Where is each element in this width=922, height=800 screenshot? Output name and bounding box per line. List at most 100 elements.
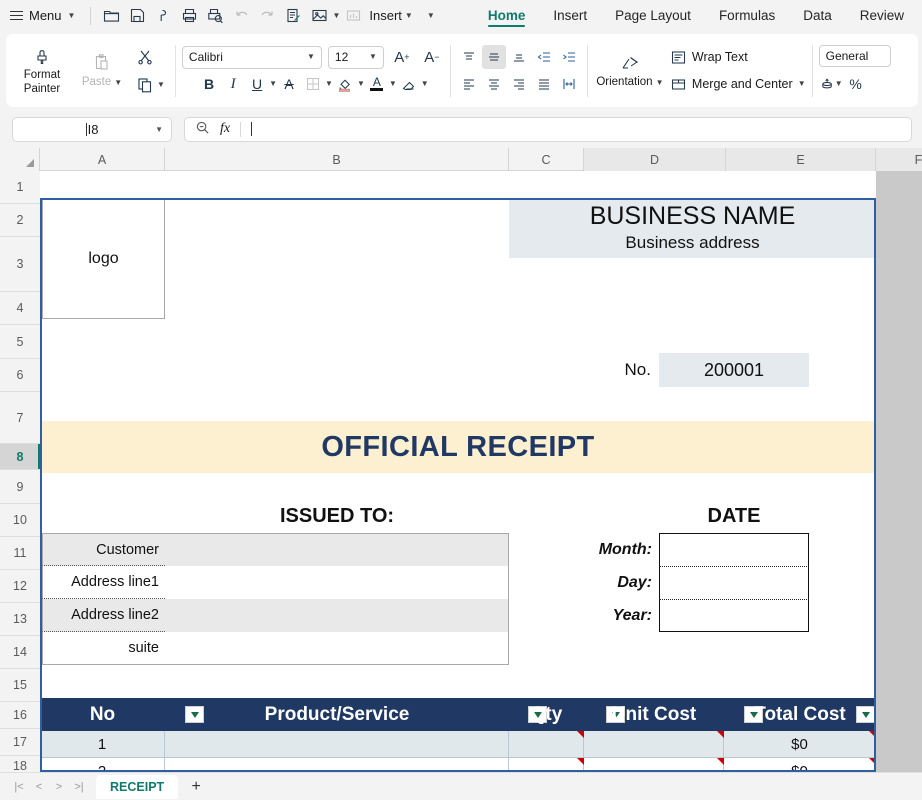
- sheet-tab-receipt[interactable]: RECEIPT: [96, 774, 179, 799]
- date-label[interactable]: DATE: [659, 499, 809, 533]
- th-no[interactable]: No: [40, 698, 165, 731]
- print-icon[interactable]: [176, 3, 202, 29]
- issued-to-label[interactable]: ISSUED TO:: [165, 499, 509, 533]
- row-header-17[interactable]: 17: [0, 729, 40, 756]
- save-icon[interactable]: [124, 3, 150, 29]
- percent-format-icon[interactable]: %: [844, 72, 868, 96]
- tab-data[interactable]: Data: [789, 0, 846, 31]
- justify-icon[interactable]: [532, 72, 556, 96]
- row-header-6[interactable]: 6: [0, 359, 40, 392]
- orientation-chevron-icon[interactable]: ▼: [656, 78, 664, 87]
- row-header-3[interactable]: 3: [0, 237, 40, 292]
- font-name-select[interactable]: Calibri ▼: [181, 45, 322, 69]
- underline-button[interactable]: U: [245, 72, 269, 96]
- align-right-icon[interactable]: [507, 72, 531, 96]
- row-header-15[interactable]: 15: [0, 669, 40, 702]
- cell-business-name-block[interactable]: BUSINESS NAME Business address: [509, 198, 876, 258]
- cell-no-value[interactable]: 200001: [659, 353, 809, 387]
- cell-no-label[interactable]: No.: [509, 353, 659, 387]
- year-value-cell[interactable]: [659, 600, 807, 632]
- sheet-nav-prev-button[interactable]: <: [30, 777, 48, 797]
- fill-color-chevron-icon[interactable]: ▼: [357, 80, 365, 88]
- wrap-text-button[interactable]: Wrap Text: [670, 44, 806, 70]
- accounting-chevron-icon[interactable]: ▼: [835, 80, 843, 88]
- customer-label-row[interactable]: Customer: [42, 533, 165, 566]
- bold-button[interactable]: B: [197, 72, 221, 96]
- receipt-title-banner[interactable]: OFFICIAL RECEIPT: [40, 421, 876, 473]
- customer-value-cell[interactable]: [165, 533, 509, 566]
- cell-qty[interactable]: [509, 758, 584, 772]
- align-bottom-icon[interactable]: [507, 45, 531, 69]
- cell-unit-cost[interactable]: [584, 758, 724, 772]
- column-header-F[interactable]: F: [876, 148, 922, 171]
- grow-font-icon[interactable]: A +: [390, 45, 414, 69]
- merge-chevron-icon[interactable]: ▼: [798, 80, 806, 88]
- row-header-5[interactable]: 5: [0, 325, 40, 359]
- font-color-icon[interactable]: A: [365, 72, 389, 96]
- accounting-format-icon[interactable]: ▼: [819, 72, 843, 96]
- fill-color-icon[interactable]: [333, 72, 357, 96]
- insert-chevron-icon[interactable]: ▼: [405, 11, 413, 20]
- address2-value-cell[interactable]: [165, 599, 509, 632]
- cell-product[interactable]: [165, 731, 509, 758]
- column-header-B[interactable]: B: [165, 148, 509, 171]
- row-header-16[interactable]: 16: [0, 702, 40, 729]
- insert-picture-icon[interactable]: [306, 3, 332, 29]
- sheet-nav-next-button[interactable]: >: [50, 777, 68, 797]
- column-header-D[interactable]: D: [584, 148, 726, 171]
- decrease-indent-icon[interactable]: [532, 45, 556, 69]
- borders-chevron-icon[interactable]: ▼: [325, 80, 333, 88]
- align-left-icon[interactable]: [457, 72, 481, 96]
- fx-label[interactable]: fx: [220, 121, 230, 137]
- row-header-13[interactable]: 13: [0, 603, 40, 636]
- eraser-icon[interactable]: [397, 72, 421, 96]
- redo-icon[interactable]: [254, 3, 280, 29]
- cell-total-cost[interactable]: $0: [724, 758, 876, 772]
- row-header-10[interactable]: 10: [0, 504, 40, 537]
- insert-menu-label[interactable]: Insert: [366, 8, 405, 23]
- paste-chevron-icon[interactable]: ▼: [114, 78, 122, 87]
- month-label-cell[interactable]: Month:: [509, 533, 659, 566]
- row-header-7[interactable]: 7: [0, 392, 40, 444]
- th-qty[interactable]: Qty: [509, 698, 584, 731]
- italic-button[interactable]: I: [221, 72, 245, 96]
- row-header-12[interactable]: 12: [0, 570, 40, 603]
- cell-total-cost[interactable]: $0: [724, 731, 876, 758]
- distributed-align-icon[interactable]: [557, 72, 581, 96]
- print-preview-icon[interactable]: [202, 3, 228, 29]
- borders-icon[interactable]: [301, 72, 325, 96]
- font-size-select[interactable]: 12 ▼: [327, 45, 384, 69]
- cell-logo[interactable]: logo: [42, 198, 165, 319]
- name-box[interactable]: I8 ▼: [12, 116, 172, 142]
- eraser-chevron-icon[interactable]: ▼: [421, 80, 429, 88]
- row-header-11[interactable]: 11: [0, 537, 40, 570]
- align-top-icon[interactable]: [457, 45, 481, 69]
- filter-button-total-cost[interactable]: [856, 706, 875, 723]
- cell-no[interactable]: 2: [40, 758, 165, 772]
- edit-document-icon[interactable]: [280, 3, 306, 29]
- table-row[interactable]: 2 $0: [40, 758, 876, 772]
- increase-indent-icon[interactable]: [557, 45, 581, 69]
- merge-and-center-button[interactable]: Merge and Center ▼: [670, 71, 806, 97]
- align-middle-icon[interactable]: [481, 45, 506, 69]
- formula-input-area[interactable]: fx: [184, 116, 912, 142]
- cut-button[interactable]: [132, 43, 169, 70]
- name-box-chevron-icon[interactable]: ▼: [155, 125, 163, 134]
- th-product[interactable]: Product/Service: [165, 698, 509, 731]
- tab-home[interactable]: Home: [474, 0, 540, 31]
- copy-chevron-icon[interactable]: ▼: [157, 80, 165, 89]
- open-folder-icon[interactable]: [98, 3, 124, 29]
- tab-review[interactable]: Review: [846, 0, 918, 31]
- suite-value-cell[interactable]: [165, 632, 509, 665]
- sheet-nav-last-button[interactable]: >|: [70, 777, 88, 797]
- row-header-14[interactable]: 14: [0, 636, 40, 669]
- row-header-8[interactable]: 8: [0, 444, 40, 470]
- row-header-1[interactable]: 1: [0, 171, 40, 204]
- add-sheet-button[interactable]: +: [186, 777, 206, 797]
- more-commands-chevron-icon[interactable]: ▼: [427, 11, 435, 20]
- year-label-cell[interactable]: Year:: [509, 599, 659, 632]
- shrink-font-icon[interactable]: A −: [420, 45, 444, 69]
- column-header-C[interactable]: C: [509, 148, 584, 171]
- tab-insert[interactable]: Insert: [539, 0, 601, 31]
- tab-page-layout[interactable]: Page Layout: [601, 0, 705, 31]
